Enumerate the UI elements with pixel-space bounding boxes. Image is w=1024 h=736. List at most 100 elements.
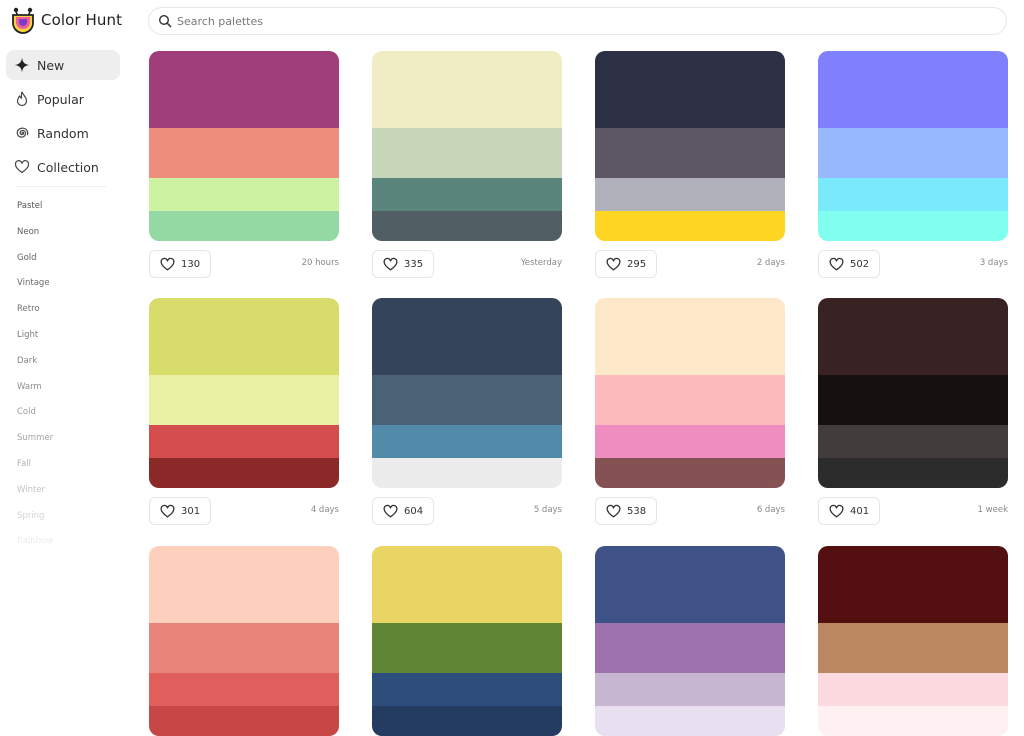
- palette-swatches[interactable]: [372, 298, 562, 488]
- color-swatch[interactable]: [372, 298, 562, 375]
- tag-pastel[interactable]: Pastel: [17, 201, 42, 211]
- color-swatch[interactable]: [595, 51, 785, 128]
- like-button[interactable]: 130: [149, 250, 212, 278]
- color-swatch[interactable]: [595, 128, 785, 178]
- color-swatch[interactable]: [372, 375, 562, 425]
- color-swatch[interactable]: [818, 458, 1008, 488]
- color-swatch[interactable]: [595, 298, 785, 375]
- color-swatch[interactable]: [149, 623, 339, 673]
- nav-item-popular[interactable]: Popular: [6, 84, 120, 114]
- color-swatch[interactable]: [372, 673, 562, 706]
- palette-swatches[interactable]: [149, 51, 339, 241]
- tag-rainbow[interactable]: Rainbow: [17, 536, 53, 546]
- logo[interactable]: Color Hunt: [10, 6, 122, 34]
- color-swatch[interactable]: [372, 623, 562, 673]
- color-swatch[interactable]: [595, 706, 785, 736]
- color-swatch[interactable]: [149, 211, 339, 241]
- flame-icon: [16, 91, 28, 107]
- tag-light[interactable]: Light: [17, 330, 38, 340]
- heart-icon: [829, 504, 844, 518]
- heart-icon: [160, 257, 175, 271]
- tag-cold[interactable]: Cold: [17, 407, 36, 417]
- color-swatch[interactable]: [372, 706, 562, 736]
- color-swatch[interactable]: [149, 178, 339, 211]
- like-button[interactable]: 604: [372, 497, 435, 525]
- palette-swatches[interactable]: [372, 546, 562, 736]
- color-swatch[interactable]: [372, 458, 562, 488]
- palette-swatches[interactable]: [595, 546, 785, 736]
- color-swatch[interactable]: [818, 706, 1008, 736]
- nav-item-collection[interactable]: Collection: [6, 152, 120, 182]
- color-swatch[interactable]: [595, 458, 785, 488]
- color-swatch[interactable]: [818, 298, 1008, 375]
- color-swatch[interactable]: [595, 375, 785, 425]
- color-swatch[interactable]: [372, 425, 562, 458]
- color-swatch[interactable]: [818, 425, 1008, 458]
- search-bar[interactable]: [148, 7, 1007, 35]
- color-swatch[interactable]: [818, 546, 1008, 623]
- color-swatch[interactable]: [818, 128, 1008, 178]
- color-swatch[interactable]: [372, 128, 562, 178]
- tag-gold[interactable]: Gold: [17, 253, 37, 263]
- tag-retro[interactable]: Retro: [17, 304, 40, 314]
- color-swatch[interactable]: [595, 178, 785, 211]
- color-swatch[interactable]: [149, 458, 339, 488]
- color-swatch[interactable]: [595, 623, 785, 673]
- like-button[interactable]: 301: [149, 497, 212, 525]
- like-button[interactable]: 401: [818, 497, 881, 525]
- like-count: 130: [181, 258, 201, 270]
- color-swatch[interactable]: [149, 128, 339, 178]
- like-button[interactable]: 295: [595, 250, 658, 278]
- nav-label: Random: [37, 125, 89, 141]
- color-swatch[interactable]: [595, 425, 785, 458]
- color-swatch[interactable]: [149, 51, 339, 128]
- color-swatch[interactable]: [372, 546, 562, 623]
- color-swatch[interactable]: [149, 375, 339, 425]
- color-swatch[interactable]: [149, 546, 339, 623]
- color-swatch[interactable]: [372, 178, 562, 211]
- palette-swatches[interactable]: [595, 51, 785, 241]
- color-swatch[interactable]: [818, 211, 1008, 241]
- color-swatch[interactable]: [149, 425, 339, 458]
- tag-vintage[interactable]: Vintage: [17, 278, 50, 288]
- color-swatch[interactable]: [595, 546, 785, 623]
- heart-icon: [383, 257, 398, 271]
- color-swatch[interactable]: [149, 706, 339, 736]
- color-swatch[interactable]: [372, 51, 562, 128]
- search-input[interactable]: [177, 14, 957, 28]
- palette-swatches[interactable]: [149, 298, 339, 488]
- color-swatch[interactable]: [818, 178, 1008, 211]
- color-swatch[interactable]: [818, 51, 1008, 128]
- palette-swatches[interactable]: [818, 298, 1008, 488]
- nav-item-new[interactable]: New: [6, 50, 120, 80]
- tag-winter[interactable]: Winter: [17, 485, 45, 495]
- tag-fall[interactable]: Fall: [17, 459, 31, 469]
- tag-dark[interactable]: Dark: [17, 356, 37, 366]
- like-button[interactable]: 335: [372, 250, 435, 278]
- palette-swatches[interactable]: [818, 51, 1008, 241]
- palette-swatches[interactable]: [149, 546, 339, 736]
- color-swatch[interactable]: [818, 673, 1008, 706]
- tag-neon[interactable]: Neon: [17, 227, 39, 237]
- color-swatch[interactable]: [818, 375, 1008, 425]
- palette-card: 301 4 days: [149, 298, 339, 525]
- tag-spring[interactable]: Spring: [17, 511, 44, 521]
- tag-summer[interactable]: Summer: [17, 433, 53, 443]
- palette-card: [149, 546, 339, 736]
- tag-warm[interactable]: Warm: [17, 382, 42, 392]
- palette-swatches[interactable]: [595, 298, 785, 488]
- palette-swatches[interactable]: [818, 546, 1008, 736]
- palette-swatches[interactable]: [372, 51, 562, 241]
- color-swatch[interactable]: [818, 623, 1008, 673]
- color-swatch[interactable]: [595, 211, 785, 241]
- color-swatch[interactable]: [372, 211, 562, 241]
- like-count: 295: [627, 258, 647, 270]
- color-swatch[interactable]: [149, 298, 339, 375]
- like-button[interactable]: 538: [595, 497, 658, 525]
- palette-card: [818, 546, 1008, 736]
- color-swatch[interactable]: [149, 673, 339, 706]
- like-button[interactable]: 502: [818, 250, 881, 278]
- nav-item-random[interactable]: Random: [6, 118, 120, 148]
- heart-icon: [606, 504, 621, 518]
- color-swatch[interactable]: [595, 673, 785, 706]
